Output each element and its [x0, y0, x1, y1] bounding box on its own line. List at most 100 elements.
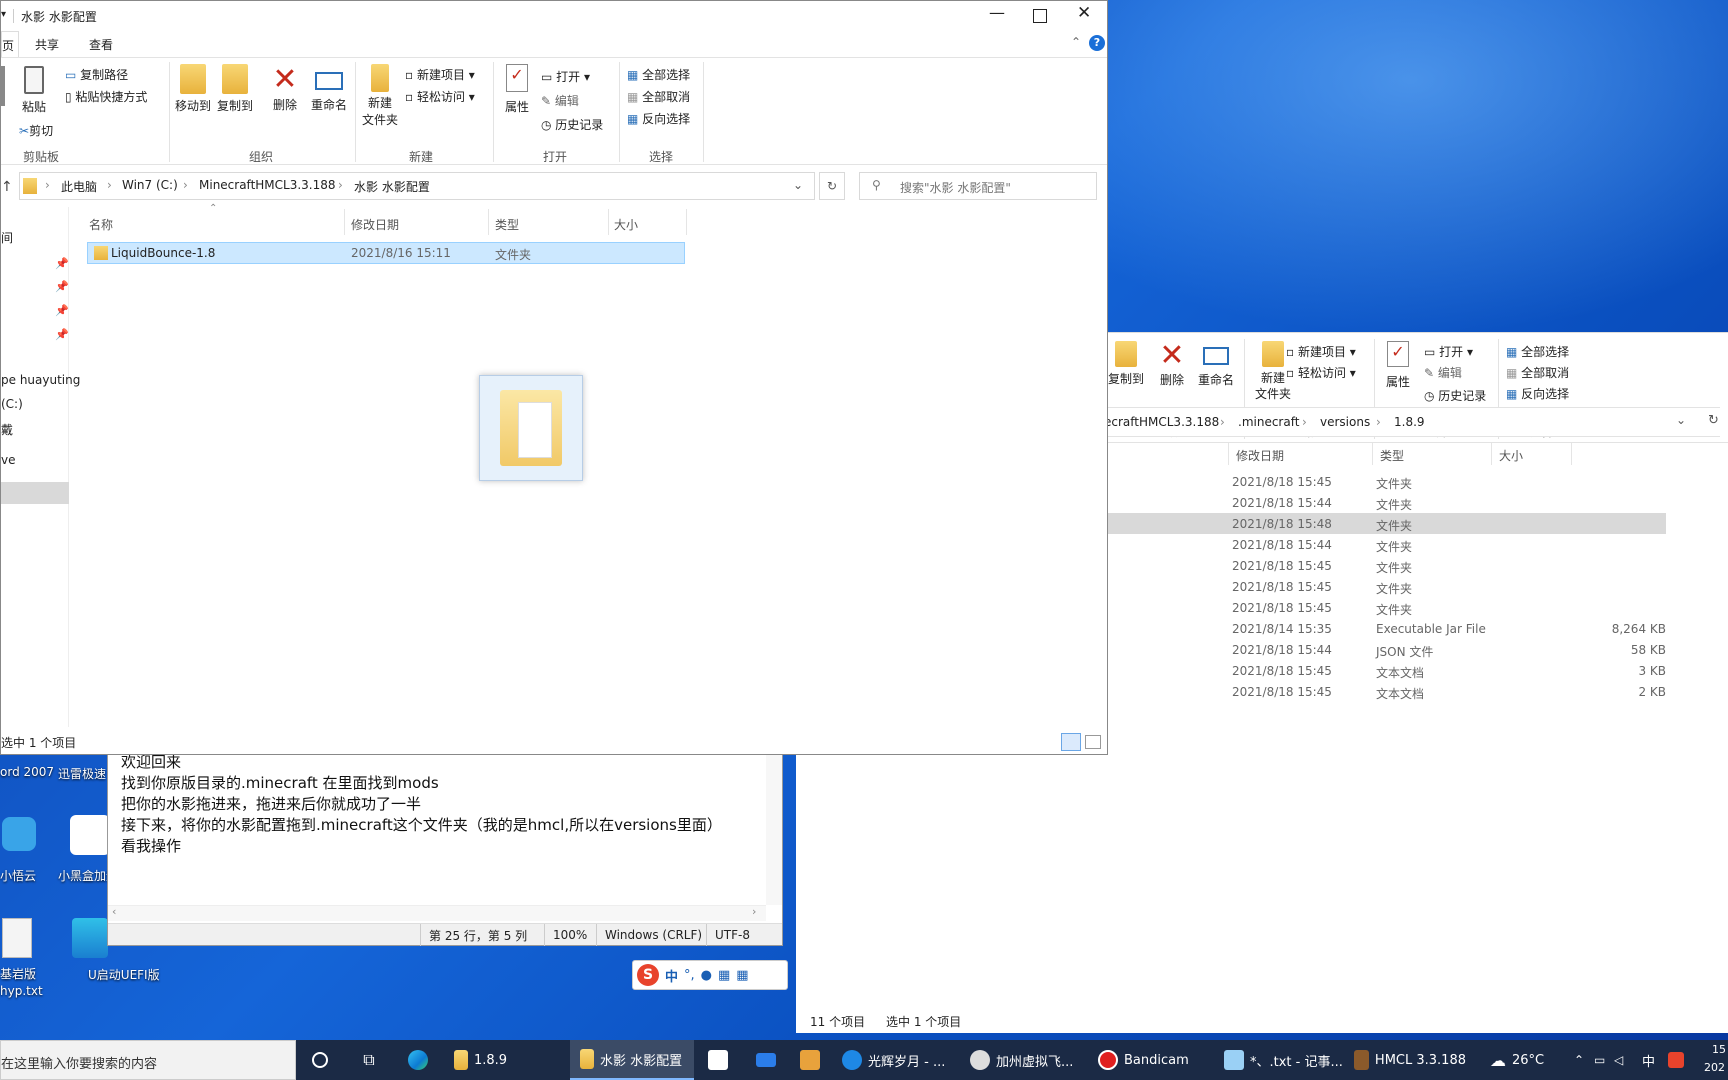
column-header-size[interactable]: 大小 [1499, 447, 1523, 464]
history-dropdown-icon[interactable]: ⌄ [793, 178, 803, 192]
breadcrumb-item[interactable]: ecraftHMCL3.3.188 [1104, 415, 1219, 429]
clock-date[interactable]: 202 [1704, 1061, 1725, 1074]
minimize-button[interactable]: — [987, 3, 1007, 22]
table-row-selected[interactable]: 2021/8/18 15:48 文件夹 [1096, 513, 1666, 534]
select-all-button[interactable]: ▦ 全部选择 [1506, 343, 1569, 360]
taskbar-item-folder-config[interactable]: 水影 水影配置 [570, 1040, 694, 1080]
breadcrumb-item[interactable]: 水影 水影配置 [354, 178, 430, 195]
taskbar-item-flight[interactable]: 加州虚拟飞... [970, 1040, 1074, 1080]
tray-chevron-icon[interactable]: ⌃ [1574, 1040, 1588, 1080]
taskbar-item-bandicam[interactable]: Bandicam [1098, 1040, 1208, 1080]
taskbar-item-kugou[interactable]: 光辉岁月 - ... [842, 1040, 950, 1080]
tab-view[interactable]: 查看 [89, 36, 113, 53]
clock-time[interactable]: 15 [1712, 1043, 1726, 1056]
edit-button[interactable]: ✎ 编辑 [1424, 364, 1462, 381]
properties-button[interactable]: ✓ 属性 [1380, 341, 1416, 390]
collapse-ribbon-icon[interactable]: ⌃ [1071, 35, 1081, 49]
new-folder-button[interactable]: 新建 文件夹 [355, 64, 405, 129]
copy-path-button[interactable]: ▭ 复制路径 [65, 66, 128, 83]
nav-item-label[interactable]: ve [1, 453, 15, 467]
help-icon[interactable]: ? [1089, 35, 1105, 51]
rename-button[interactable]: 重命名 [307, 64, 351, 113]
notepad-line[interactable]: 看我操作 [121, 835, 181, 856]
scroll-right-icon[interactable]: › [752, 905, 756, 918]
desktop-icon-txt[interactable]: 基岩版 hyp.txt [0, 918, 50, 998]
table-row[interactable]: 2021/8/18 15:45 文本文档 3 KB [1096, 660, 1666, 681]
table-row[interactable]: 2021/8/18 15:44 文件夹 [1096, 492, 1666, 513]
delete-button[interactable]: ✕ 删除 [267, 64, 303, 113]
tab-home[interactable]: 页 [1, 31, 19, 57]
notepad-line[interactable]: 把你的水影拖进来，拖进来后你就成功了一半 [121, 793, 421, 814]
mail-icon[interactable] [752, 1040, 780, 1080]
volume-icon[interactable]: ◁ [1614, 1040, 1630, 1080]
table-row[interactable]: 2021/8/18 15:45 文件夹 [1096, 597, 1666, 618]
invert-selection-button[interactable]: ▦ 反向选择 [1506, 385, 1569, 402]
search-box[interactable]: ⚲ 搜索"水影 水影配置" [859, 172, 1097, 200]
table-row[interactable]: 2021/8/18 15:45 文本文档 2 KB [1096, 681, 1666, 702]
taskbar-item-folder-189[interactable]: 1.8.9 [450, 1040, 560, 1080]
copy-to-button[interactable]: 复制到 [1106, 341, 1146, 387]
refresh-icon[interactable]: ↻ [819, 172, 845, 200]
paste-button[interactable]: 粘贴 [19, 66, 49, 115]
notepad-line[interactable]: 找到你原版目录的.minecraft 在里面找到mods [121, 772, 439, 793]
taskbar-item-notepad[interactable]: *、.txt - 记事... [1224, 1040, 1344, 1080]
notepad-line[interactable]: 接下来，将你的水影配置拖到.minecraft这个文件夹（我的是hmcl,所以在… [121, 814, 722, 835]
edit-button[interactable]: ✎ 编辑 [541, 92, 579, 109]
refresh-icon[interactable]: ↻ [1708, 413, 1719, 428]
table-row-selected[interactable]: LiquidBounce-1.8 2021/8/16 15:11 文件夹 [87, 242, 685, 264]
chevron-down-icon[interactable]: ⌄ [1676, 413, 1686, 427]
table-row[interactable]: 2021/8/18 15:45 文件夹 [1096, 471, 1666, 492]
select-none-button[interactable]: ▦ 全部取消 [627, 88, 690, 105]
cut-button[interactable]: ✂剪切 [19, 122, 53, 139]
keyboard-icon[interactable]: ▦ [718, 968, 730, 983]
close-button[interactable]: ✕ [1077, 3, 1091, 23]
breadcrumb-item[interactable]: 1.8.9 [1394, 415, 1425, 429]
column-header-date[interactable]: 修改日期 [1236, 447, 1284, 464]
weather-widget[interactable]: ☁ 26°C [1490, 1040, 1568, 1080]
copy-to-button[interactable]: 复制到 [215, 64, 255, 114]
tab-share[interactable]: 共享 [35, 36, 59, 53]
rename-button[interactable]: 重命名 [1194, 341, 1238, 388]
details-view-icon[interactable] [1061, 733, 1081, 751]
select-all-button[interactable]: ▦ 全部选择 [627, 66, 690, 83]
edge-icon[interactable] [404, 1040, 432, 1080]
nav-item-label[interactable]: 间 [1, 229, 13, 246]
nav-item-label[interactable]: pe huayuting [1, 373, 80, 387]
easy-access-button[interactable]: ▫ 轻松访问 ▾ [1286, 364, 1356, 381]
new-item-button[interactable]: ▫ 新建项目 ▾ [1286, 343, 1356, 360]
input-language[interactable]: 中 [1642, 1040, 1658, 1080]
paste-shortcut-button[interactable]: ▯ 粘贴快捷方式 [65, 88, 147, 105]
task-view-icon[interactable]: ⧉ [356, 1040, 382, 1080]
large-icons-view-icon[interactable] [1085, 735, 1101, 749]
desktop-icon-xiaowuyun[interactable]: 小悟云 [0, 815, 50, 885]
select-none-button[interactable]: ▦ 全部取消 [1506, 364, 1569, 381]
column-header-name[interactable]: 名称 [89, 216, 113, 233]
new-item-button[interactable]: ▫ 新建项目 ▾ [405, 66, 475, 83]
breadcrumb-item[interactable]: MinecraftHMCL3.3.188 [199, 178, 336, 192]
column-header-size[interactable]: 大小 [614, 216, 638, 233]
microphone-icon[interactable]: ● [701, 968, 712, 983]
table-row[interactable]: 2021/8/14 15:35 Executable Jar File 8,264 … [1096, 618, 1666, 639]
taskbar-item-hmcl[interactable]: HMCL 3.3.188 [1354, 1040, 1466, 1080]
breadcrumb-item[interactable]: 此电脑 [61, 178, 97, 195]
nav-item-selected[interactable] [1, 482, 69, 504]
move-to-button[interactable]: 移动到 [173, 64, 213, 114]
open-button[interactable]: ▭ 打开 ▾ [1424, 343, 1473, 360]
cortana-icon[interactable] [306, 1040, 334, 1080]
media-player-icon[interactable] [796, 1040, 824, 1080]
breadcrumb-item[interactable]: versions [1320, 415, 1370, 429]
grid-menu-icon[interactable]: ▦ [736, 968, 748, 983]
quick-access-chevron-icon[interactable]: ▾ [1, 9, 6, 20]
network-icon[interactable]: ▭ [1594, 1040, 1610, 1080]
taskbar-search-box[interactable]: 在这里输入你要搜索的内容 [0, 1040, 296, 1080]
store-icon[interactable] [704, 1040, 732, 1080]
easy-access-button[interactable]: ▫ 轻松访问 ▾ [405, 88, 475, 105]
horizontal-scrollbar[interactable] [108, 905, 766, 921]
history-button[interactable]: ◷ 历史记录 [1424, 387, 1486, 404]
open-button[interactable]: ▭ 打开 ▾ [541, 68, 590, 85]
nav-item-label[interactable]: 戴 [1, 421, 13, 438]
breadcrumb-item[interactable]: Win7 (C:) [122, 178, 178, 192]
table-row[interactable]: 2021/8/18 15:44 文件夹 [1096, 534, 1666, 555]
invert-selection-button[interactable]: ▦ 反向选择 [627, 110, 690, 127]
breadcrumb-item[interactable]: .minecraft [1238, 415, 1299, 429]
